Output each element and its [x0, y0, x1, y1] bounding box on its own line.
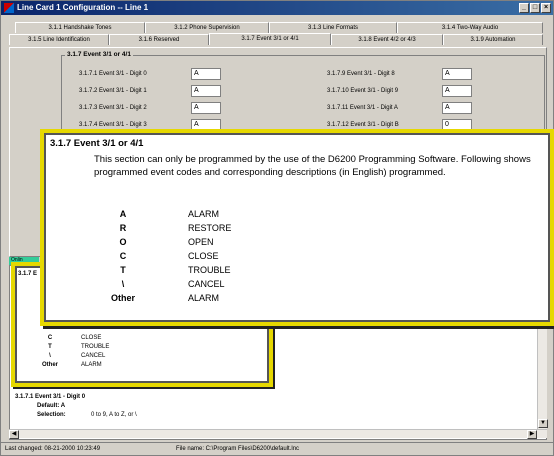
- code-desc: CANCEL: [81, 353, 106, 359]
- code-c: C: [119, 251, 127, 261]
- tab-handshake-tones[interactable]: 3.1.1 Handshake Tones: [15, 22, 145, 33]
- code-t: T: [120, 265, 126, 275]
- tab-automation[interactable]: 3.1.9 Automation: [443, 34, 543, 45]
- status-bar: Last changed: 08-21-2000 10:23:49 File n…: [1, 442, 553, 455]
- callout-fragment: 3.1.7 E: [18, 271, 38, 277]
- field-label: 3.1.7.1 Event 3/1 - Digit 0: [79, 71, 147, 77]
- code-desc: RESTORE: [188, 223, 232, 233]
- code-other: Other: [110, 293, 135, 303]
- digit-2-field[interactable]: A: [191, 102, 221, 114]
- digit-0-field[interactable]: A: [191, 68, 221, 80]
- code-other: Other: [41, 362, 58, 368]
- code-desc: CLOSE: [81, 335, 102, 341]
- tab-event-3-1-or-4-1[interactable]: 3.1.7 Event 3/1 or 4/1: [209, 33, 331, 45]
- code-desc: TROUBLE: [188, 265, 231, 275]
- scroll-left-icon[interactable]: ◀: [9, 430, 19, 439]
- code-c: C: [47, 335, 53, 341]
- status-file-name: File name: C:\Program Files\D6200\defaul…: [176, 446, 300, 452]
- event-help-popup: 3.1.7 Event 3/1 or 4/1 This section can …: [40, 129, 554, 326]
- field-label: 3.1.7.9 Event 3/1 - Digit 8: [327, 71, 395, 77]
- scroll-down-icon[interactable]: ▼: [538, 419, 548, 428]
- scroll-right-icon[interactable]: ▶: [527, 430, 537, 439]
- popup-heading: 3.1.7 Event 3/1 or 4/1: [50, 138, 144, 149]
- code-desc: CLOSE: [188, 251, 219, 261]
- code-o: O: [119, 237, 127, 247]
- title-bar: Line Card 1 Configuration -- Line 1 _ □ …: [1, 1, 553, 15]
- tab-phone-supervision[interactable]: 3.1.2 Phone Supervision: [145, 22, 269, 33]
- digit-a-field[interactable]: A: [442, 102, 472, 114]
- detail-default: Default: A: [37, 403, 66, 409]
- code-desc: TROUBLE: [81, 344, 110, 350]
- field-label: 3.1.7.10 Event 3/1 - Digit 9: [327, 88, 399, 94]
- code-desc: ALARM: [81, 362, 102, 368]
- detail-selection-value: 0 to 9, A to Z, or \: [91, 412, 137, 418]
- tab-reserved[interactable]: 3.1.6 Reserved: [109, 34, 209, 45]
- detail-title: 3.1.7.1 Event 3/1 - Digit 0: [15, 394, 86, 400]
- code-desc: ALARM: [188, 209, 220, 219]
- digit-9-field[interactable]: A: [442, 85, 472, 97]
- close-button[interactable]: ×: [541, 3, 551, 13]
- popup-border: 3.1.7 Event 3/1 or 4/1 This section can …: [44, 133, 550, 322]
- detail-selection-label: Selection:: [37, 412, 66, 418]
- digit-8-field[interactable]: A: [442, 68, 472, 80]
- tab-two-way-audio[interactable]: 3.1.4 Two-Way Audio: [397, 22, 543, 33]
- tab-event-4-2-or-4-3[interactable]: 3.1.8 Event 4/2 or 4/3: [331, 34, 443, 45]
- code-a: A: [119, 209, 127, 219]
- maximize-button[interactable]: □: [530, 3, 540, 13]
- field-label: 3.1.7.4 Event 3/1 - Digit 3: [79, 122, 147, 128]
- code-desc: ALARM: [188, 293, 220, 303]
- field-label: 3.1.7.12 Event 3/1 - Digit B: [327, 122, 399, 128]
- field-label: 3.1.7.2 Event 3/1 - Digit 1: [79, 88, 147, 94]
- group-title: 3.1.7 Event 3/1 or 4/1: [65, 51, 133, 58]
- status-last-changed: Last changed: 08-21-2000 10:23:49: [5, 446, 101, 452]
- minimize-button[interactable]: _: [519, 3, 529, 13]
- tab-line-identification[interactable]: 3.1.5 Line Identification: [9, 34, 109, 45]
- code-backslash: \: [121, 279, 125, 289]
- code-desc: CANCEL: [188, 279, 225, 289]
- code-backslash: \: [49, 353, 51, 359]
- tab-line-formats[interactable]: 3.1.3 Line Formats: [269, 22, 397, 33]
- code-desc: OPEN: [188, 237, 214, 247]
- field-label: 3.1.7.11 Event 3/1 - Digit A: [327, 105, 398, 111]
- code-r: R: [119, 223, 127, 233]
- code-t: T: [48, 344, 52, 350]
- popup-text: This section can only be programmed by t…: [94, 154, 531, 178]
- horizontal-scrollbar[interactable]: ◀ ▶: [9, 429, 547, 439]
- field-label: 3.1.7.3 Event 3/1 - Digit 2: [79, 105, 147, 111]
- window-title: Line Card 1 Configuration -- Line 1: [17, 3, 149, 12]
- app-icon: [4, 3, 14, 13]
- digit-1-field[interactable]: A: [191, 85, 221, 97]
